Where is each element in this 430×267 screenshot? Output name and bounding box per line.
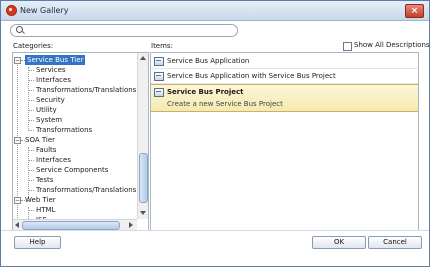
category-label: Security	[36, 96, 65, 104]
category-label: Services	[36, 66, 66, 74]
scroll-up-icon[interactable]	[140, 56, 146, 60]
close-button[interactable]: ×	[405, 4, 424, 18]
category-label: HTML	[36, 206, 56, 214]
collapse-icon[interactable]: −	[14, 57, 21, 64]
category-label: Faults	[36, 146, 57, 154]
search-input[interactable]	[27, 25, 227, 35]
category-label: SOA Tier	[25, 136, 56, 144]
horizontal-scroll-thumb[interactable]	[22, 221, 120, 230]
category-label: Interfaces	[36, 76, 71, 84]
category-label: Transformations	[36, 126, 93, 134]
category-label: Tests	[36, 176, 54, 184]
category-label: Web Tier	[25, 196, 56, 204]
scroll-down-icon[interactable]	[140, 211, 146, 215]
category-label: Transformations/Translations	[36, 186, 137, 194]
search-icon	[16, 26, 23, 33]
category-label: Service Bus Tier	[25, 55, 86, 65]
oracle-app-icon	[6, 5, 17, 16]
title-bar[interactable]: New Gallery ×	[1, 1, 429, 21]
project-icon	[154, 88, 164, 97]
categories-vertical-scrollbar[interactable]	[137, 53, 148, 219]
gallery-item[interactable]: Service Bus Application with Service Bus…	[151, 69, 418, 84]
category-label: Service Components	[36, 166, 109, 174]
help-button[interactable]: Help	[14, 236, 61, 249]
new-gallery-dialog: New Gallery × Categories: Items: Show Al…	[0, 0, 430, 267]
item-description: Create a new Service Bus Project	[167, 100, 283, 108]
dialog-title: New Gallery	[20, 6, 69, 15]
show-all-checkbox[interactable]	[343, 42, 352, 51]
ok-button[interactable]: OK	[312, 236, 366, 249]
scroll-right-icon[interactable]	[129, 222, 133, 228]
project-icon	[154, 57, 164, 66]
category-label: Interfaces	[36, 156, 71, 164]
scroll-left-icon[interactable]	[15, 222, 19, 228]
footer-divider	[1, 230, 429, 231]
items-label: Items:	[151, 42, 173, 50]
categories-label: Categories:	[13, 42, 54, 50]
item-label: Service Bus Application with Service Bus…	[167, 72, 336, 80]
categories-panel: − Service Bus Tier Services Interfaces Trans…	[12, 52, 149, 231]
category-label: System	[36, 116, 63, 124]
show-all-label: Show All Descriptions	[354, 41, 430, 49]
items-panel: Service Bus Application Service Bus Appli…	[150, 52, 419, 231]
category-label: Transformations/Translations	[36, 86, 137, 94]
search-box[interactable]	[10, 24, 238, 37]
collapse-icon[interactable]: −	[14, 137, 21, 144]
gallery-item[interactable]: Service Bus Project Create a new Service …	[151, 84, 418, 112]
categories-tree: − Service Bus Tier Services Interfaces Trans…	[13, 53, 137, 219]
project-icon	[154, 72, 164, 81]
category-label: Utility	[36, 106, 57, 114]
gallery-item[interactable]: Service Bus Application	[151, 54, 418, 69]
item-label: Service Bus Application	[167, 57, 250, 65]
item-label: Service Bus Project	[167, 88, 244, 96]
show-all-descriptions-toggle[interactable]: Show All Descriptions	[343, 41, 429, 51]
cancel-button[interactable]: Cancel	[368, 236, 422, 249]
collapse-icon[interactable]: −	[14, 197, 21, 204]
categories-horizontal-scrollbar[interactable]	[13, 219, 137, 230]
vertical-scroll-thumb[interactable]	[139, 153, 148, 203]
